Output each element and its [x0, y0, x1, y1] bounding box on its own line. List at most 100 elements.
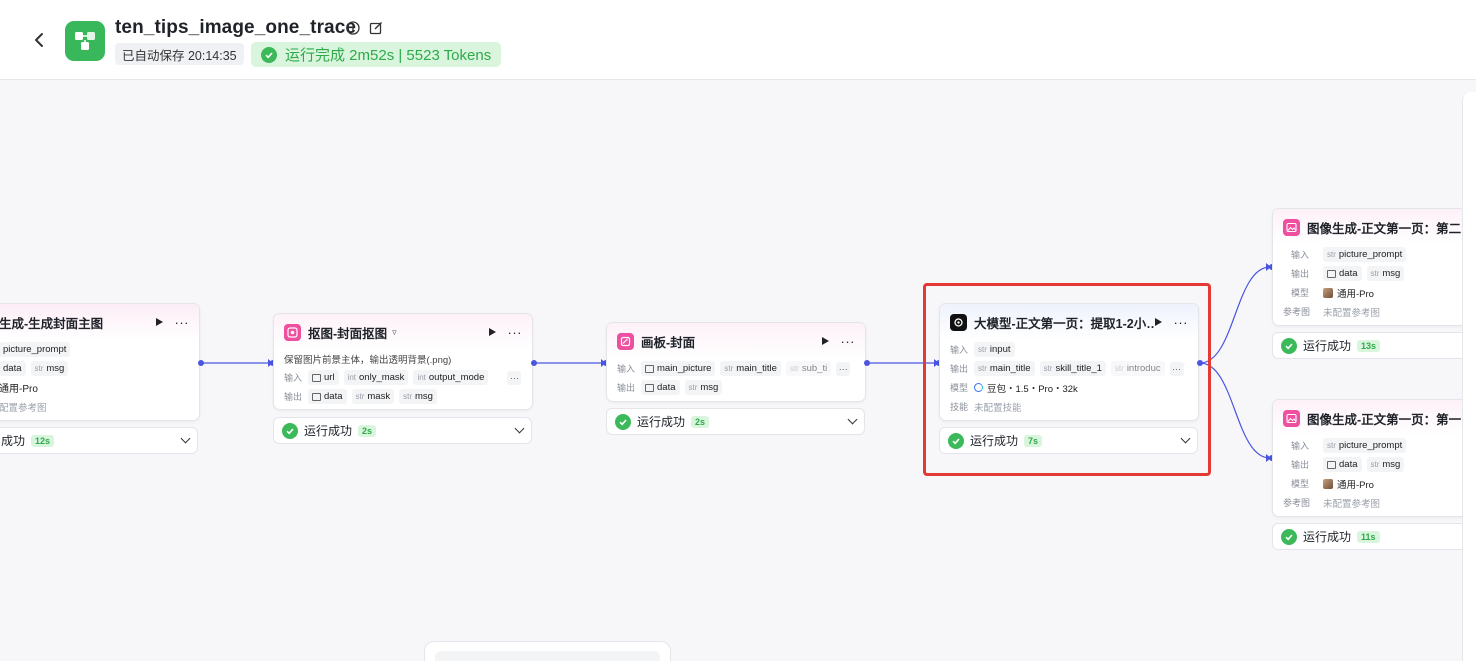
chevron-down-icon[interactable]	[514, 423, 525, 434]
output-label: 输出	[617, 383, 636, 393]
node-description: 保留图片前景主体，输出透明背景(.png)	[284, 355, 452, 366]
output-chip: data	[0, 361, 26, 376]
output-chip: data	[308, 389, 347, 404]
output-port[interactable]	[198, 360, 204, 366]
check-icon	[1281, 337, 1297, 354]
duration-badge: 13s	[1357, 339, 1381, 352]
model-label: 模型	[1291, 288, 1310, 298]
node-title: 画板-封面	[641, 335, 696, 350]
bottom-toolbar[interactable]	[424, 641, 671, 661]
check-icon	[261, 46, 277, 63]
status-text: 成功	[1, 434, 26, 448]
input-chip: url	[308, 370, 339, 385]
workflow-canvas[interactable]: 生成-生成封面主图 ··· picture_prompt data str msg…	[0, 81, 1476, 661]
node-title: 图像生成-正文第一页：第二张图	[1307, 221, 1461, 236]
node-status-cover-generation[interactable]: 成功 12s	[0, 427, 198, 454]
app-title: ten_tips_image_one_trace	[115, 17, 357, 38]
output-label: 输出	[1291, 269, 1310, 279]
node-status-image-gen-first[interactable]: 运行成功 11s	[1272, 523, 1472, 550]
node-status-image-gen-second[interactable]: 运行成功 13s	[1272, 332, 1472, 359]
more-icon[interactable]: ···	[508, 326, 523, 339]
output-chip: str msg	[684, 380, 723, 395]
input-chip: str picture_prompt	[1323, 438, 1407, 453]
node-status-canvas-board[interactable]: 运行成功 2s	[606, 408, 865, 435]
check-icon	[615, 413, 631, 430]
image-gen-icon	[1283, 409, 1300, 427]
toolbar-inner	[435, 651, 660, 661]
check-icon	[1281, 528, 1297, 545]
input-label: 输入	[1291, 250, 1310, 260]
input-chip: str picture_prompt	[1323, 247, 1407, 262]
duration-badge: 11s	[1357, 530, 1380, 543]
duration-badge: 2s	[358, 424, 377, 437]
output-chip: str msg	[1366, 457, 1405, 472]
output-chip: str msg	[1366, 266, 1405, 281]
more-inputs-icon[interactable]: ···	[836, 361, 851, 376]
image-gen-icon	[1283, 218, 1300, 236]
info-icon[interactable]	[345, 20, 361, 36]
side-panel-edge[interactable]	[1462, 92, 1476, 661]
duration-badge: 2s	[691, 415, 710, 428]
reference-value: 未配置参考图	[1323, 498, 1381, 510]
status-text: 运行成功	[637, 415, 686, 429]
chevron-down-icon[interactable]	[180, 433, 191, 444]
node-status-matting[interactable]: 运行成功 2s	[273, 417, 532, 444]
output-chip: str msg	[399, 389, 437, 404]
node-cover-generation[interactable]: 生成-生成封面主图 ··· picture_prompt data str msg…	[0, 303, 200, 421]
more-inputs-icon[interactable]: ···	[507, 370, 522, 385]
reference-value: 配置参考图	[0, 402, 47, 414]
output-port[interactable]	[531, 360, 537, 366]
output-label: 输出	[1291, 460, 1310, 470]
input-chip: int output_mode	[413, 370, 489, 385]
canvas-icon	[617, 332, 634, 350]
output-chip: str mask	[351, 389, 395, 404]
reference-label: 参考图	[1283, 498, 1311, 508]
run-node-icon[interactable]	[155, 318, 163, 326]
model-value: 通用-Pro	[1337, 479, 1374, 491]
input-chip: int only_mask	[343, 370, 409, 385]
chevron-down-icon[interactable]	[847, 414, 858, 425]
model-value: 通用-Pro	[1337, 288, 1374, 300]
output-port[interactable]	[864, 360, 870, 366]
model-avatar	[1323, 287, 1333, 298]
status-text: 运行成功	[1303, 339, 1352, 353]
output-chip: data	[641, 380, 680, 395]
input-chip: str main_title	[720, 361, 781, 376]
output-label: 输出	[284, 392, 303, 402]
duration-badge: 12s	[31, 434, 55, 447]
node-image-gen-second[interactable]: 图像生成-正文第一页：第二张图 输入 strpicture_prompt 输出 …	[1272, 208, 1472, 326]
output-chip: data	[1323, 266, 1362, 281]
status-text: 运行成功	[304, 424, 353, 438]
output-chip: data	[1323, 457, 1362, 472]
model-label: 模型	[1291, 479, 1310, 489]
input-label: 输入	[617, 364, 636, 374]
node-title: 抠图-封面抠图	[308, 326, 388, 341]
input-chip: str sub_ti	[785, 361, 832, 376]
back-icon[interactable]	[28, 28, 50, 52]
selection-highlight	[923, 283, 1211, 476]
more-icon[interactable]: ···	[175, 316, 190, 329]
node-image-gen-first[interactable]: 图像生成-正文第一页：第一张图 输入 strpicture_prompt 输出 …	[1272, 399, 1472, 517]
model-avatar	[1323, 478, 1333, 489]
status-text: 运行成功	[1303, 530, 1352, 544]
input-chip: main_picture	[641, 361, 716, 376]
reference-value: 未配置参考图	[1323, 307, 1381, 319]
model-value: 通用-Pro	[0, 384, 38, 395]
input-label: 输入	[284, 373, 303, 383]
node-title: 生成-生成封面主图	[0, 316, 104, 331]
input-chip: picture_prompt	[0, 342, 71, 357]
node-canvas-board[interactable]: 画板-封面 ··· 输入 main_picture str main_title …	[606, 322, 866, 402]
reference-label: 参考图	[1283, 307, 1311, 317]
matting-icon	[284, 323, 301, 341]
run-node-icon[interactable]	[821, 337, 829, 345]
run-status-text: 运行完成 2m52s | 5523 Tokens	[285, 47, 492, 64]
edit-icon[interactable]	[368, 20, 384, 36]
more-icon[interactable]: ···	[841, 335, 856, 348]
input-label: 输入	[1291, 441, 1310, 451]
top-bar: ten_tips_image_one_trace 已自动保存 20:14:35 …	[0, 0, 1476, 80]
check-icon	[282, 422, 298, 439]
workflow-icon	[65, 21, 105, 61]
node-matting[interactable]: 抠图-封面抠图 ▿ ··· 保留图片前景主体，输出透明背景(.png) 输入 u…	[273, 313, 533, 410]
run-node-icon[interactable]	[488, 328, 496, 336]
node-title: 图像生成-正文第一页：第一张图	[1307, 412, 1461, 427]
